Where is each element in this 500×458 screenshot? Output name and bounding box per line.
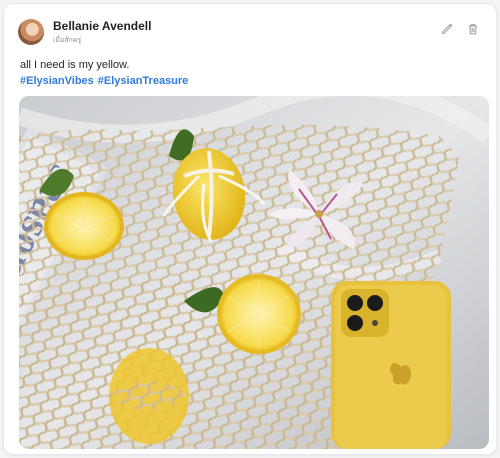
hashtag-list: #ElysianVibes #ElysianTreasure [20,73,188,89]
post-actions [440,22,480,36]
post-header: Bellanie Avendell เมื่อสักครู่ [18,16,151,48]
trash-icon[interactable] [466,22,480,36]
pencil-icon[interactable] [440,22,454,36]
author-meta: Bellanie Avendell เมื่อสักครู่ [53,19,151,46]
post-timestamp: เมื่อสักครู่ [53,36,82,44]
avatar[interactable] [18,19,44,45]
post-photo[interactable]: seasons [19,96,489,449]
post-card: Bellanie Avendell เมื่อสักครู่ all I nee… [3,3,497,455]
hashtag-link[interactable]: #ElysianVibes [20,73,94,89]
author-name[interactable]: Bellanie Avendell [53,19,151,34]
phone [331,281,451,449]
photo-illustration: seasons [19,96,489,449]
post-body-text: all I need is my yellow. [20,59,130,71]
hashtag-link[interactable]: #ElysianTreasure [98,73,189,89]
